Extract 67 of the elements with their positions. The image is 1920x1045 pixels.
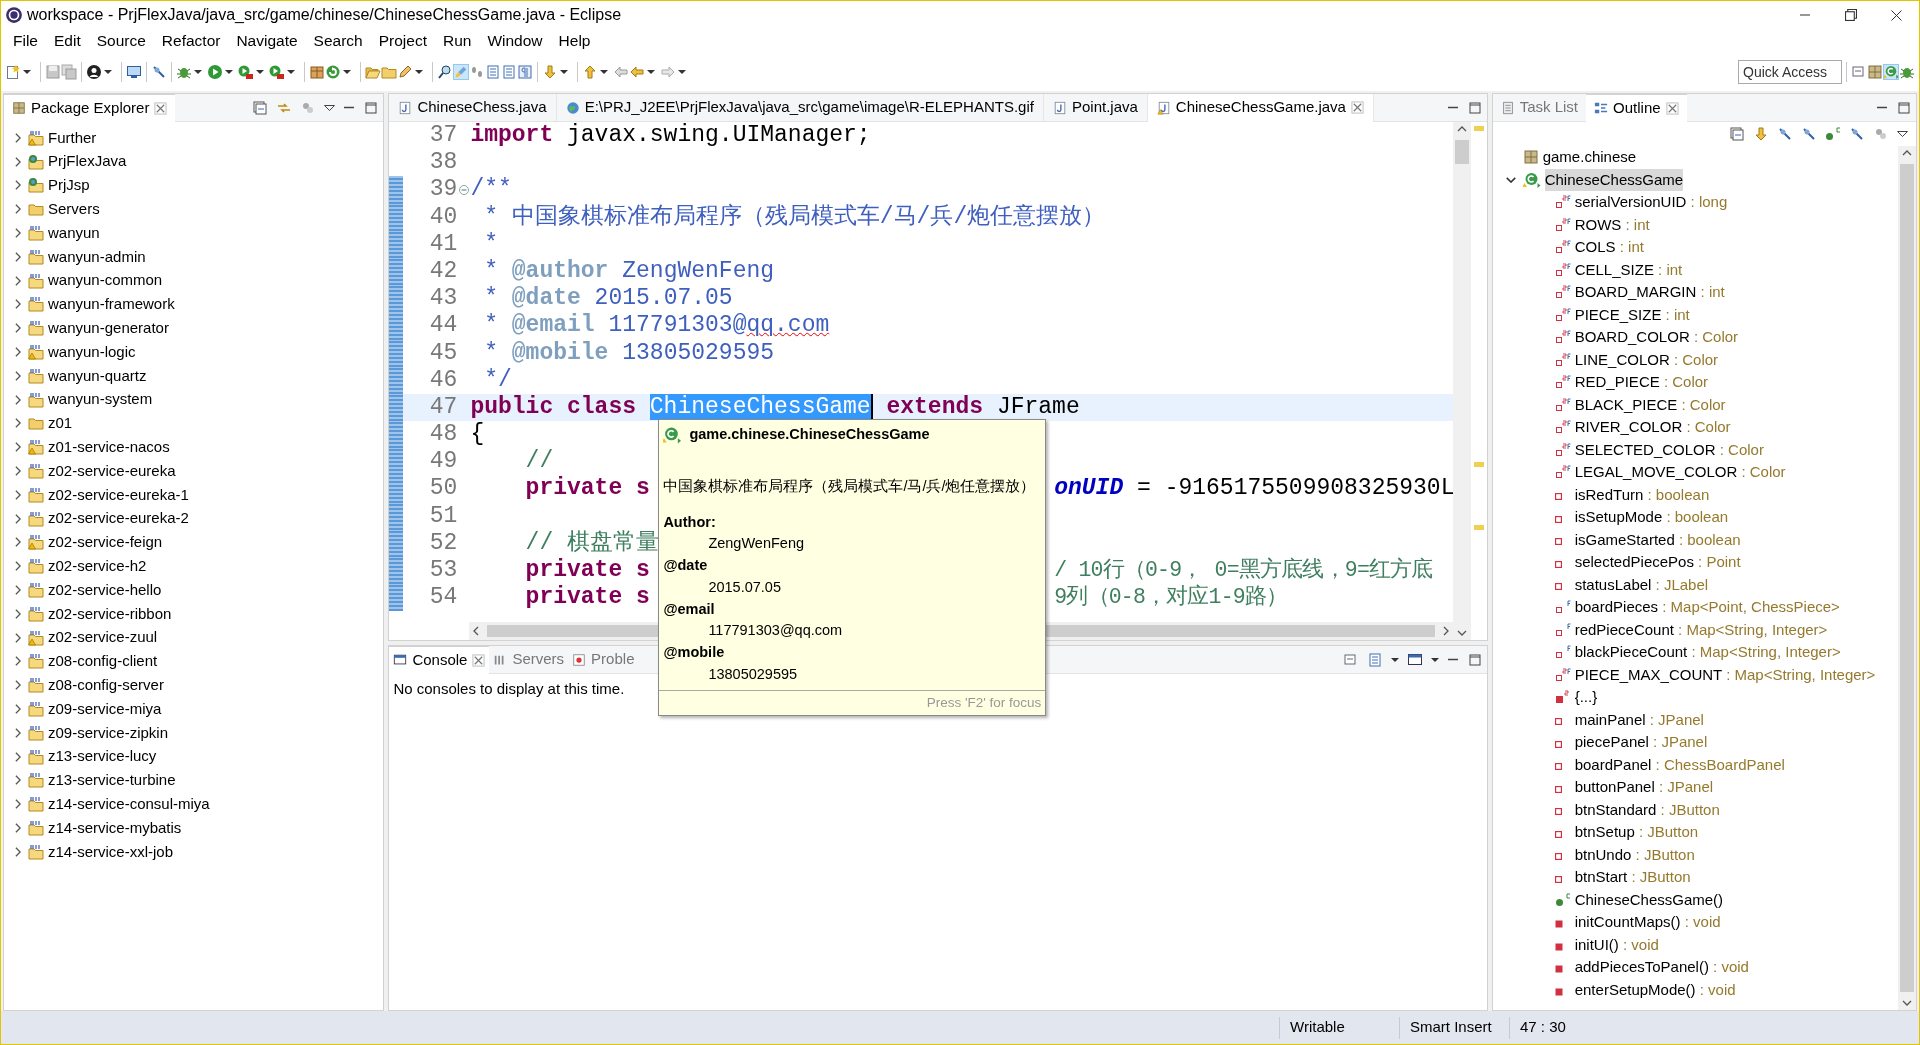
code-text: {: [470, 421, 485, 448]
doc-comment: *: [483, 257, 499, 284]
doc-comment: 2015.07.05: [593, 285, 733, 312]
tag-value: 13805029595: [708, 665, 798, 682]
doc-tag: @author: [511, 257, 609, 284]
doc-comment: *: [483, 312, 499, 339]
line-number: 48: [428, 421, 458, 449]
tag-label: @mobile: [663, 644, 725, 660]
keyword: import: [470, 122, 554, 148]
doc-comment: ZengWenFeng: [621, 257, 775, 284]
misspelled-word: qq.com: [746, 312, 830, 339]
line-number: 52: [428, 529, 458, 557]
line-number: 41: [428, 230, 458, 258]
line-number: 42: [428, 257, 458, 286]
line-number: 53: [428, 557, 458, 585]
status-text: 47 : 30: [1520, 1017, 1566, 1038]
doc-comment: *: [483, 285, 499, 312]
line-number: 43: [428, 285, 458, 313]
doc-comment: 13805029595: [621, 339, 775, 366]
keyword: private s: [524, 475, 650, 502]
line-number: 37: [428, 122, 458, 150]
line-number: 39: [428, 176, 458, 204]
focus-hint: Press 'F2' for focus: [926, 694, 1042, 710]
tag-label: @email: [663, 600, 715, 617]
line-number: 44: [428, 312, 458, 340]
keyword: private s: [524, 557, 650, 583]
tag-label: @date: [663, 557, 708, 573]
line-number: 45: [428, 339, 458, 367]
field-name: onUID: [1054, 475, 1124, 502]
tooltip-description: 中国象棋标准布局程序（残局模式车/马/兵/炮任意摆放）: [663, 477, 1036, 494]
keyword: private s: [524, 584, 650, 611]
console-message: No consoles to display at this time.: [393, 680, 625, 697]
code-text: JFrame: [995, 393, 1080, 420]
code-text: javax.swing.UIManager;: [566, 122, 871, 148]
line-number: 47: [428, 393, 458, 422]
line-number: 50: [428, 475, 458, 503]
line-number: 38: [428, 149, 458, 177]
doc-comment: * 中国象棋标准布局程序（残局模式车/马/兵/炮任意摆放）: [483, 203, 1106, 230]
line-number: 46: [428, 366, 458, 394]
window-title: workspace - PrjFlexJava/java_src/game/chinese/ChineseChessGame.java - Eclipse: [27, 5, 623, 25]
keyword: extends: [885, 393, 984, 420]
tag-value: 117791303@qq.com: [708, 622, 843, 639]
tooltip-title: game.chinese.ChineseChessGame: [689, 425, 930, 444]
code-comment: //: [524, 448, 554, 475]
doc-tag: @email: [511, 312, 595, 339]
line-number: 40: [428, 203, 458, 231]
code-comment: / 10行（0-9， 0=黑方底线，9=红方底: [1054, 558, 1433, 582]
code-text: = -9165175509908325930L: [1136, 475, 1453, 502]
line-number: 54: [428, 584, 458, 612]
doc-comment: */: [483, 366, 512, 393]
tag-value: ZengWenFeng: [708, 535, 805, 552]
doc-comment: /**: [470, 176, 512, 203]
status-text: Writable: [1290, 1017, 1345, 1038]
code-comment: // 棋盘常量: [524, 529, 659, 556]
doc-tag: @date: [511, 285, 581, 312]
selected-text: ChineseChessGame: [649, 393, 873, 420]
tag-value: 2015.07.05: [708, 578, 781, 595]
line-number: 49: [428, 448, 458, 476]
doc-comment: 117791303@: [607, 312, 747, 339]
line-number: 51: [428, 502, 458, 530]
doc-comment: *: [483, 230, 498, 257]
status-text: Smart Insert: [1410, 1017, 1492, 1038]
code-comment: 9列（0-8，对应1-9路）: [1054, 585, 1288, 610]
doc-tag: @mobile: [511, 339, 609, 366]
tag-label: Author:: [663, 513, 716, 530]
keyword: public class: [470, 393, 637, 420]
doc-comment: *: [483, 339, 499, 366]
